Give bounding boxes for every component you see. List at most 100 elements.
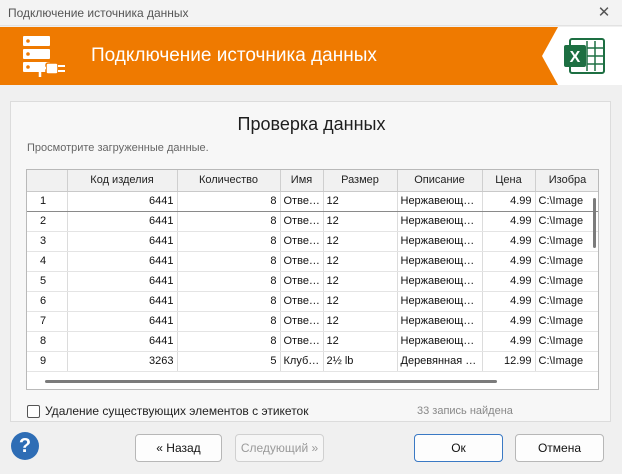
column-header-quantity[interactable]: Количество — [177, 170, 281, 192]
cell-description[interactable]: Нержавеющ… — [397, 331, 483, 352]
cell-quantity[interactable]: 8 — [177, 271, 281, 292]
cell-size[interactable]: 12 — [323, 231, 398, 252]
cell-quantity[interactable]: 8 — [177, 211, 281, 232]
cell-price[interactable]: 4.99 — [482, 211, 536, 232]
cell-image[interactable]: C:\Image — [535, 251, 598, 272]
cell-price[interactable]: 4.99 — [482, 251, 536, 272]
row-number: 3 — [27, 231, 68, 252]
column-header-rownum[interactable] — [27, 170, 68, 192]
table-row[interactable]: 5 6441 8 Отве… 12 Нержавеющ… 4.99 C:\Ima… — [27, 271, 598, 292]
cell-name[interactable]: Клуб… — [280, 351, 324, 372]
cell-price[interactable]: 12.99 — [482, 351, 536, 372]
table-row[interactable]: 6 6441 8 Отве… 12 Нержавеющ… 4.99 C:\Ima… — [27, 291, 598, 312]
cell-description[interactable]: Нержавеющ… — [397, 251, 483, 272]
column-header-description[interactable]: Описание — [397, 170, 483, 192]
cell-name[interactable]: Отве… — [280, 231, 324, 252]
cell-size[interactable]: 12 — [323, 331, 398, 352]
table-row[interactable]: 7 6441 8 Отве… 12 Нержавеющ… 4.99 C:\Ima… — [27, 311, 598, 332]
cell-image[interactable]: C:\Image — [535, 351, 598, 372]
help-icon[interactable]: ? — [11, 432, 39, 460]
cell-price[interactable]: 4.99 — [482, 331, 536, 352]
delete-existing-option[interactable]: Удаление существующих элементов с этикет… — [27, 404, 308, 418]
column-header-code[interactable]: Код изделия — [67, 170, 178, 192]
cell-quantity[interactable]: 8 — [177, 331, 281, 352]
cell-image[interactable]: C:\Image — [535, 271, 598, 292]
cell-name[interactable]: Отве… — [280, 190, 324, 212]
cell-quantity[interactable]: 8 — [177, 190, 281, 212]
cell-size[interactable]: 12 — [323, 211, 398, 232]
cell-size[interactable]: 12 — [323, 271, 398, 292]
cell-size[interactable]: 12 — [323, 291, 398, 312]
cell-description[interactable]: Нержавеющ… — [397, 271, 483, 292]
cell-description[interactable]: Нержавеющ… — [397, 311, 483, 332]
excel-icon: X — [542, 27, 605, 85]
cell-description[interactable]: Нержавеющ… — [397, 231, 483, 252]
row-number: 1 — [27, 190, 68, 212]
column-header-size[interactable]: Размер — [323, 170, 398, 192]
ok-button[interactable]: Ок — [414, 434, 503, 462]
column-header-price[interactable]: Цена — [482, 170, 536, 192]
cell-price[interactable]: 4.99 — [482, 190, 536, 212]
cell-image[interactable]: C:\Image — [535, 331, 598, 352]
table-row[interactable]: 1 6441 8 Отве… 12 Нержавеющ… 4.99 C:\Ima… — [27, 190, 598, 212]
cell-code[interactable]: 6441 — [67, 331, 178, 352]
horizontal-scrollbar[interactable] — [45, 380, 497, 383]
data-grid[interactable]: Код изделия Количество Имя Размер Описан… — [26, 169, 599, 390]
delete-existing-checkbox[interactable] — [27, 404, 40, 418]
cell-code[interactable]: 6441 — [67, 251, 178, 272]
back-button[interactable]: « Назад — [135, 434, 222, 462]
cell-quantity[interactable]: 5 — [177, 351, 281, 372]
cell-name[interactable]: Отве… — [280, 331, 324, 352]
vertical-scrollbar[interactable] — [593, 198, 596, 248]
close-icon[interactable]: ✕ — [594, 3, 614, 23]
cell-size[interactable]: 12 — [323, 190, 398, 212]
cell-code[interactable]: 6441 — [67, 211, 178, 232]
cell-image[interactable]: C:\Image — [535, 291, 598, 312]
cell-code[interactable]: 6441 — [67, 311, 178, 332]
row-number: 4 — [27, 251, 68, 272]
cell-name[interactable]: Отве… — [280, 271, 324, 292]
cell-code[interactable]: 6441 — [67, 190, 178, 212]
cell-size[interactable]: 12 — [323, 251, 398, 272]
next-button[interactable]: Следующий » — [235, 434, 324, 462]
cell-code[interactable]: 3263 — [67, 351, 178, 372]
cell-code[interactable]: 6441 — [67, 291, 178, 312]
cell-quantity[interactable]: 8 — [177, 251, 281, 272]
cell-description[interactable]: Деревянная … — [397, 351, 483, 372]
table-row[interactable]: 4 6441 8 Отве… 12 Нержавеющ… 4.99 C:\Ima… — [27, 251, 598, 272]
cancel-button[interactable]: Отмена — [515, 434, 604, 462]
table-row[interactable]: 3 6441 8 Отве… 12 Нержавеющ… 4.99 C:\Ima… — [27, 231, 598, 252]
cell-quantity[interactable]: 8 — [177, 291, 281, 312]
cell-description[interactable]: Нержавеющ… — [397, 211, 483, 232]
cell-price[interactable]: 4.99 — [482, 291, 536, 312]
cell-image[interactable]: C:\Image — [535, 211, 598, 232]
cell-name[interactable]: Отве… — [280, 291, 324, 312]
cell-quantity[interactable]: 8 — [177, 231, 281, 252]
cell-image[interactable]: C:\Image — [535, 190, 598, 212]
page-title: Проверка данных — [237, 114, 386, 134]
cell-price[interactable]: 4.99 — [482, 311, 536, 332]
cell-image[interactable]: C:\Image — [535, 231, 598, 252]
database-plug-icon — [23, 36, 65, 77]
cell-name[interactable]: Отве… — [280, 311, 324, 332]
cell-size[interactable]: 2½ lb — [323, 351, 398, 372]
cell-image[interactable]: C:\Image — [535, 311, 598, 332]
cell-description[interactable]: Нержавеющ… — [397, 291, 483, 312]
table-row[interactable]: 2 6441 8 Отве… 12 Нержавеющ… 4.99 C:\Ima… — [27, 211, 598, 232]
cell-code[interactable]: 6441 — [67, 231, 178, 252]
delete-existing-label[interactable]: Удаление существующих элементов с этикет… — [45, 404, 308, 418]
column-header-name[interactable]: Имя — [280, 170, 324, 192]
table-row[interactable]: 8 6441 8 Отве… 12 Нержавеющ… 4.99 C:\Ima… — [27, 331, 598, 352]
row-number: 5 — [27, 271, 68, 292]
cell-price[interactable]: 4.99 — [482, 271, 536, 292]
cell-size[interactable]: 12 — [323, 311, 398, 332]
cell-code[interactable]: 6441 — [67, 271, 178, 292]
cell-description[interactable]: Нержавеющ… — [397, 190, 483, 212]
cell-name[interactable]: Отве… — [280, 211, 324, 232]
table-row[interactable]: 9 3263 5 Клуб… 2½ lb Деревянная … 12.99 … — [27, 351, 598, 372]
title-bar: Подключение источника данных ✕ — [0, 0, 622, 26]
column-header-image[interactable]: Изобра — [535, 170, 598, 192]
cell-quantity[interactable]: 8 — [177, 311, 281, 332]
cell-price[interactable]: 4.99 — [482, 231, 536, 252]
cell-name[interactable]: Отве… — [280, 251, 324, 272]
